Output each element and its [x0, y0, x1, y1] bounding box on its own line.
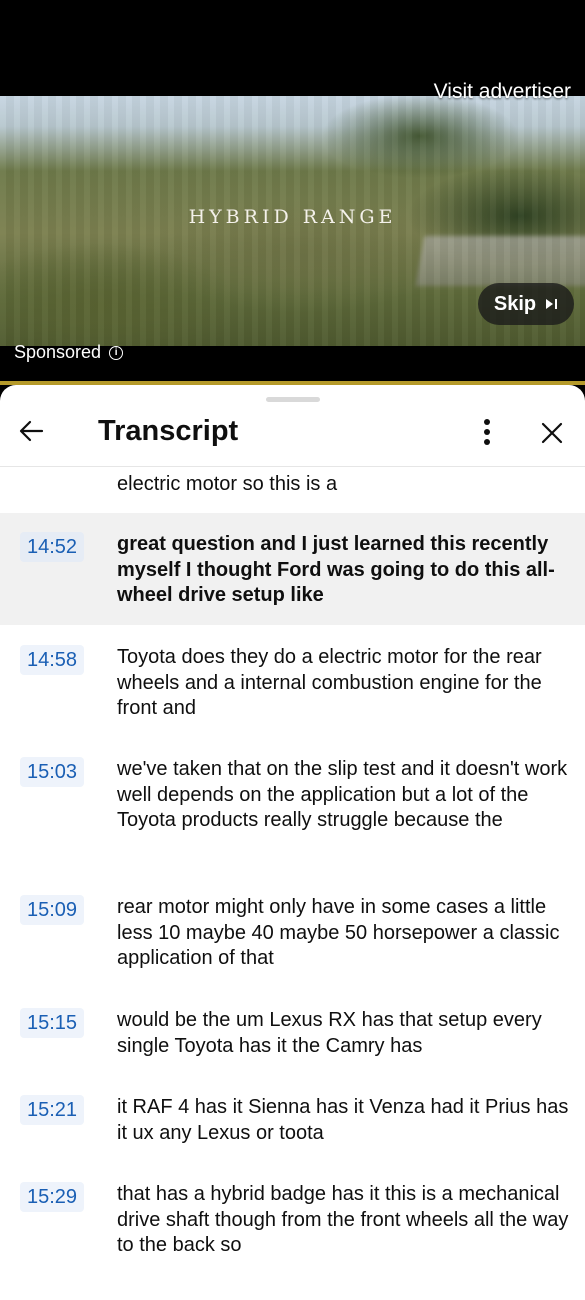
transcript-row[interactable]: 15:09 rear motor might only have in some…: [0, 875, 585, 988]
timestamp[interactable]: 15:29: [20, 1182, 84, 1212]
timestamp[interactable]: 15:09: [20, 895, 84, 925]
transcript-text: it RAF 4 has it Sienna has it Venza had …: [117, 1096, 569, 1144]
timestamp[interactable]: 15:15: [20, 1008, 84, 1038]
back-arrow-icon[interactable]: [16, 415, 48, 447]
visit-advertiser-link[interactable]: Visit advertiser: [434, 80, 571, 104]
transcript-text: Toyota does they do a electric motor for…: [117, 646, 542, 719]
transcript-text: great question and I just learned this r…: [117, 533, 555, 606]
transcript-panel: Transcript electric motor so this is a 1…: [0, 385, 585, 1300]
ad-title: HYBRID RANGE: [188, 206, 397, 228]
transcript-row-partial[interactable]: electric motor so this is a: [0, 468, 585, 513]
skip-label: Skip: [493, 292, 537, 315]
transcript-row[interactable]: 15:21 it RAF 4 has it Sienna has it Venz…: [0, 1075, 585, 1162]
transcript-row[interactable]: 15:15 would be the um Lexus RX has that …: [0, 988, 585, 1075]
transcript-title: Transcript: [98, 415, 239, 447]
more-vert-icon[interactable]: [474, 417, 500, 447]
transcript-header: Transcript: [0, 385, 585, 467]
close-icon[interactable]: [536, 417, 568, 449]
transcript-list[interactable]: electric motor so this is a 14:52 great …: [0, 468, 585, 1274]
video-player[interactable]: HYBRID RANGE Visit advertiser Skip Spons…: [0, 0, 585, 385]
sponsored-text: Sponsored: [14, 342, 102, 362]
timestamp[interactable]: 15:03: [20, 757, 84, 787]
transcript-text: that has a hybrid badge has it this is a…: [117, 1183, 569, 1256]
info-icon[interactable]: i: [109, 345, 124, 360]
transcript-text: rear motor might only have in some cases…: [117, 896, 560, 969]
timestamp[interactable]: 15:21: [20, 1095, 84, 1125]
transcript-row[interactable]: 15:29 that has a hybrid badge has it thi…: [0, 1162, 585, 1274]
timestamp[interactable]: 14:52: [20, 532, 84, 562]
transcript-row[interactable]: 14:52 great question and I just learned …: [0, 513, 585, 625]
skip-ad-button[interactable]: Skip: [478, 283, 574, 325]
transcript-text: would be the um Lexus RX has that setup …: [117, 1009, 542, 1057]
transcript-text: we've taken that on the slip test and it…: [117, 758, 568, 831]
timestamp[interactable]: 14:58: [20, 645, 84, 675]
transcript-text: electric motor so this is a: [117, 473, 338, 495]
skip-next-icon: [546, 298, 558, 310]
transcript-row[interactable]: 14:58 Toyota does they do a electric mot…: [0, 625, 585, 737]
transcript-row[interactable]: 15:03 we've taken that on the slip test …: [0, 737, 585, 875]
sponsored-label[interactable]: Sponsored i: [14, 342, 124, 363]
